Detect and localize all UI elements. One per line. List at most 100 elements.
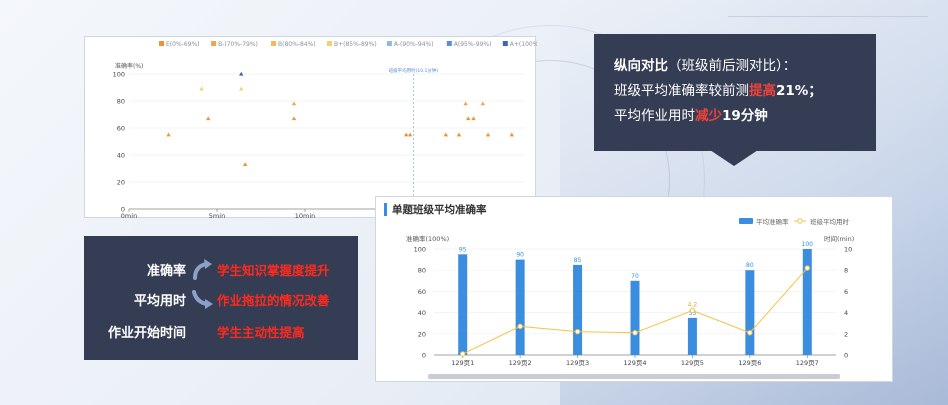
- y-tick-label: 100: [113, 71, 125, 79]
- bar-chart-panel: 单题班级平均准确率 平均准确率 班级平均用时 准确率(100%) 时间(min) 0 0 2…: [375, 196, 893, 382]
- y-left-tick-label: 60: [418, 288, 426, 296]
- scatter-point: [242, 162, 248, 167]
- bar-value-label: 85: [574, 257, 582, 264]
- legend-line-label: 班级平均用时: [810, 217, 850, 226]
- legend-bar-swatch: [739, 218, 753, 224]
- y-right-tick-label: 10: [844, 246, 852, 254]
- legend-bar-label: 平均准确率: [756, 217, 789, 226]
- x-tick-label: 129页3: [566, 359, 589, 367]
- x-tick-label: 10min: [295, 212, 316, 219]
- y-right-axis-title: 时间(min): [824, 234, 854, 243]
- summary-label: 准确率: [146, 264, 186, 279]
- line-point: [517, 323, 523, 330]
- note-accuracy-line: 班级平均准确率较前测提高21%；: [614, 79, 858, 104]
- y-left-tick-label: 80: [418, 267, 426, 275]
- line-point: [574, 328, 581, 335]
- legend-swatch: [211, 41, 217, 46]
- scatter-chart: E(0%-69%) B-(70%-79%) B(80%-84%) B+(85%-89%…: [113, 41, 537, 219]
- legend-line-marker: [797, 218, 803, 224]
- legend-label: A-(90%-94%): [394, 41, 434, 48]
- scatter-point: [480, 101, 485, 106]
- note-heading: 纵向对比: [614, 58, 668, 74]
- note-accuracy-text: 班级平均准确率较前测: [614, 83, 749, 99]
- x-tick-label: 129页7: [796, 359, 819, 367]
- line-point: [460, 351, 466, 357]
- scatter-point: [199, 86, 204, 91]
- scatter-point: [485, 132, 491, 137]
- scatter-point: [166, 132, 171, 137]
- note-accuracy-emphasis: 提高: [749, 83, 776, 99]
- bar-value-label: 100: [802, 241, 814, 248]
- bar: [515, 259, 525, 355]
- legend-label: A+(100%): [510, 41, 537, 48]
- summary-value: 作业拖拉的情况改善: [217, 293, 330, 308]
- legend-swatch: [159, 41, 164, 46]
- bar-value-label: 90: [516, 252, 524, 259]
- scatter-point: [463, 101, 468, 106]
- y-right-tick-label: 8: [844, 267, 848, 275]
- scrollbar-handle[interactable]: [428, 374, 840, 379]
- y-tick-label: 80: [117, 98, 125, 106]
- line-point: [689, 307, 696, 314]
- y-right-tick-label: 6: [844, 288, 848, 296]
- y-right-tick-label: 4: [844, 309, 848, 317]
- legend-swatch: [386, 41, 392, 46]
- bar-value-label: 95: [459, 246, 467, 253]
- note-time-line: 平均作业用时减少19分钟: [614, 104, 858, 129]
- legend-label: E(0%-69%): [166, 41, 200, 48]
- bar: [458, 254, 468, 355]
- summary-label: 作业开始时间: [107, 326, 186, 341]
- x-tick-label: 129页5: [681, 359, 704, 367]
- legend-label: A(95%-99%): [454, 41, 492, 48]
- note-pointer: [710, 150, 758, 166]
- bar-value-label: 70: [631, 273, 639, 280]
- chart-scrollbar[interactable]: [428, 374, 840, 379]
- summary-row-start-time: 作业开始时间 学生主动性提高: [84, 321, 358, 341]
- legend-swatch: [446, 41, 452, 46]
- y-left-tick-label: 0: [422, 352, 426, 360]
- curved-arrow-down-icon: [192, 290, 213, 309]
- y-axis-title: 准确率(%): [115, 62, 143, 70]
- x-tick-label: 129页4: [623, 359, 646, 367]
- legend-swatch: [502, 41, 508, 46]
- line-point: [804, 265, 810, 271]
- line-value-label: 4.2: [688, 301, 698, 308]
- note-heading-line: 纵向对比（班级前后测对比）：: [614, 54, 858, 79]
- legend-swatch: [271, 41, 276, 46]
- note-time-value: 19分钟: [722, 108, 768, 124]
- bar: [630, 280, 640, 355]
- legend-label: B(80%-84%): [278, 41, 316, 48]
- average-time-label: 班级平均用时(10.1分钟): [389, 67, 439, 74]
- summary-value: 学生知识掌握度提升: [217, 263, 330, 278]
- line-point: [632, 330, 638, 336]
- y-tick-label: 40: [117, 152, 125, 160]
- scatter-point: [443, 132, 448, 137]
- summary-row-accuracy: 准确率 学生知识掌握度提升: [84, 259, 358, 280]
- note-time-emphasis: 减少: [695, 108, 722, 124]
- summary-row-avg-time: 平均用时 作业拖拉的情况改善: [84, 289, 358, 309]
- y-left-tick-label: 100: [414, 246, 426, 254]
- curved-arrow-up-icon: [193, 259, 212, 280]
- bar: [687, 317, 697, 355]
- y-left-axis-title: 准确率(100%): [406, 234, 449, 243]
- scatter-point: [456, 132, 462, 137]
- summary-card: 准确率 学生知识掌握度提升 平均用时 作业拖拉的情况改善 作业开始时间 学生主动…: [84, 236, 358, 360]
- x-tick-label: 0min: [121, 212, 137, 219]
- y-right-tick-label: 0: [844, 352, 848, 360]
- line-point: [747, 330, 753, 336]
- x-tick-label: 129页2: [509, 359, 532, 367]
- note-accuracy-value: 21%；: [776, 83, 822, 99]
- scatter-point: [291, 116, 297, 121]
- x-tick-label: 5min: [209, 212, 225, 219]
- legend-label: B-(70%-79%): [218, 41, 258, 48]
- scatter-point: [466, 116, 471, 121]
- x-tick-label: 129页1: [451, 359, 474, 367]
- scatter-point: [239, 86, 244, 91]
- bar-line-chart: 平均准确率 班级平均用时准确率(100%) 时间(min) 0 0 20 2 40 4 60 6 80…: [406, 217, 854, 367]
- y-tick-label: 20: [117, 179, 125, 187]
- bar: [745, 270, 755, 355]
- note-heading-sub: （班级前后测对比）：: [668, 58, 797, 74]
- scatter-point: [471, 116, 476, 121]
- scatter-point: [291, 101, 297, 106]
- scatter-point: [404, 132, 409, 137]
